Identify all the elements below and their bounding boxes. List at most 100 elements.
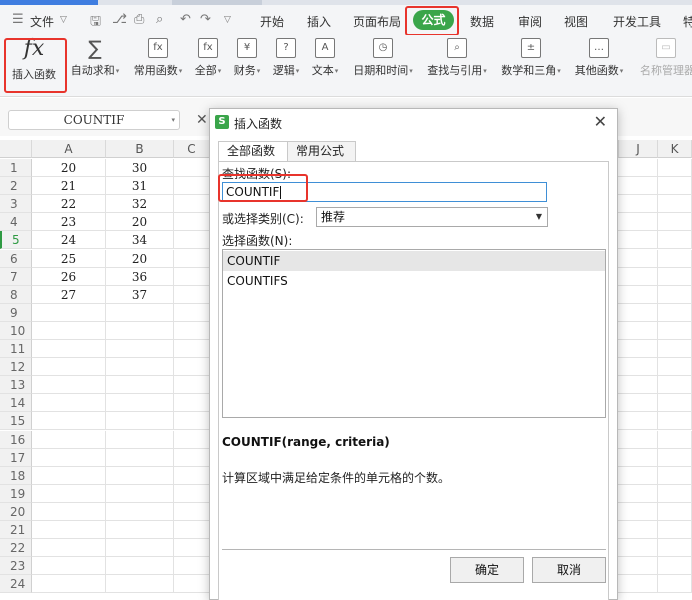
table-cell[interactable]: 20 (32, 159, 106, 177)
table-cell[interactable] (618, 267, 658, 286)
table-cell[interactable]: 20 (106, 249, 174, 268)
table-cell[interactable] (174, 539, 210, 558)
table-cell[interactable] (174, 159, 210, 177)
table-cell[interactable] (32, 394, 106, 413)
table-cell[interactable] (174, 394, 210, 413)
table-cell[interactable] (618, 484, 658, 503)
table-cell[interactable] (174, 502, 210, 521)
table-cell[interactable] (106, 575, 174, 594)
row-header[interactable]: 4 (0, 213, 32, 232)
cancel-button[interactable]: 取消 (532, 557, 606, 583)
table-cell[interactable] (618, 159, 658, 177)
table-cell[interactable] (658, 195, 692, 214)
row-header[interactable]: 22 (0, 539, 32, 558)
table-cell[interactable] (618, 394, 658, 413)
table-cell[interactable] (106, 321, 174, 340)
row-header[interactable]: 7 (0, 267, 32, 286)
table-cell[interactable]: 31 (106, 177, 174, 196)
column-header-b[interactable]: B (106, 140, 174, 158)
table-cell[interactable] (106, 412, 174, 431)
table-cell[interactable] (658, 358, 692, 377)
table-cell[interactable] (32, 358, 106, 377)
table-cell[interactable] (618, 539, 658, 558)
table-cell[interactable]: 34 (106, 231, 174, 250)
hamburger-icon[interactable]: ☰ (12, 12, 24, 27)
common-functions-button[interactable]: fx 常用函数▾ (128, 38, 188, 78)
table-cell[interactable]: 30 (106, 159, 174, 177)
table-cell[interactable] (106, 484, 174, 503)
table-cell[interactable] (658, 430, 692, 449)
table-cell[interactable] (618, 321, 658, 340)
quick-access-dropdown-icon[interactable]: ▽ (224, 15, 231, 25)
table-cell[interactable] (174, 376, 210, 395)
table-cell[interactable] (174, 466, 210, 485)
print-icon[interactable]: ⎙ (134, 12, 144, 27)
row-header[interactable]: 21 (0, 521, 32, 539)
table-cell[interactable] (658, 466, 692, 485)
table-cell[interactable] (106, 502, 174, 521)
menu-file[interactable]: 文件 (30, 13, 54, 30)
table-cell[interactable] (106, 448, 174, 467)
table-cell[interactable]: 20 (106, 213, 174, 232)
tab-all-functions[interactable]: 全部函数 (218, 141, 288, 161)
table-cell[interactable] (658, 213, 692, 232)
table-cell[interactable] (32, 502, 106, 521)
table-cell[interactable] (32, 340, 106, 358)
text-button[interactable]: A 文本▾ (308, 38, 342, 78)
row-header[interactable]: 24 (0, 575, 32, 594)
tab-developer[interactable]: 开发工具 (613, 13, 661, 30)
table-cell[interactable] (106, 430, 174, 449)
table-cell[interactable] (658, 249, 692, 268)
datetime-button[interactable]: ◷ 日期和时间▾ (348, 38, 418, 78)
table-cell[interactable] (618, 213, 658, 232)
list-item[interactable]: COUNTIFS (223, 271, 605, 291)
column-header-j[interactable]: J (618, 140, 658, 158)
table-cell[interactable] (174, 177, 210, 196)
table-cell[interactable] (658, 539, 692, 558)
row-header[interactable]: 15 (0, 412, 32, 431)
dialog-title-bar[interactable]: S 插入函数 ✕ (210, 109, 617, 135)
table-cell[interactable]: 24 (32, 231, 106, 250)
table-cell[interactable] (32, 321, 106, 340)
row-header[interactable]: 18 (0, 466, 32, 485)
table-cell[interactable] (174, 448, 210, 467)
row-header[interactable]: 16 (0, 430, 32, 449)
table-cell[interactable] (658, 575, 692, 594)
table-cell[interactable] (106, 358, 174, 377)
table-cell[interactable] (32, 484, 106, 503)
table-cell[interactable] (32, 430, 106, 449)
table-cell[interactable] (618, 195, 658, 214)
table-cell[interactable]: 36 (106, 267, 174, 286)
save-icon[interactable]: 🖫 (90, 12, 101, 34)
table-cell[interactable] (174, 484, 210, 503)
table-cell[interactable] (658, 484, 692, 503)
tab-page-layout[interactable]: 页面布局 (353, 13, 401, 30)
table-cell[interactable] (618, 466, 658, 485)
column-header-c[interactable]: C (174, 140, 210, 158)
table-cell[interactable] (174, 249, 210, 268)
table-cell[interactable] (106, 521, 174, 539)
table-cell[interactable] (618, 376, 658, 395)
table-cell[interactable] (618, 358, 658, 377)
table-cell[interactable] (658, 557, 692, 576)
redo-icon[interactable]: ↷ (200, 12, 211, 27)
tab-special[interactable]: 特 (683, 13, 692, 30)
table-cell[interactable] (32, 557, 106, 576)
name-box[interactable]: COUNTIF ▾ (8, 110, 180, 130)
table-cell[interactable] (174, 267, 210, 286)
chevron-down-icon[interactable]: ▽ (60, 15, 67, 25)
table-cell[interactable] (32, 575, 106, 594)
row-header[interactable]: 6 (0, 249, 32, 268)
table-cell[interactable] (658, 376, 692, 395)
table-cell[interactable] (174, 195, 210, 214)
table-cell[interactable]: 26 (32, 267, 106, 286)
table-cell[interactable] (174, 303, 210, 322)
table-cell[interactable] (658, 177, 692, 196)
table-cell[interactable] (106, 539, 174, 558)
table-cell[interactable] (618, 177, 658, 196)
row-header[interactable]: 3 (0, 195, 32, 214)
table-cell[interactable] (658, 340, 692, 358)
list-item[interactable]: COUNTIF (223, 251, 605, 271)
table-cell[interactable] (658, 231, 692, 250)
table-cell[interactable] (174, 285, 210, 304)
